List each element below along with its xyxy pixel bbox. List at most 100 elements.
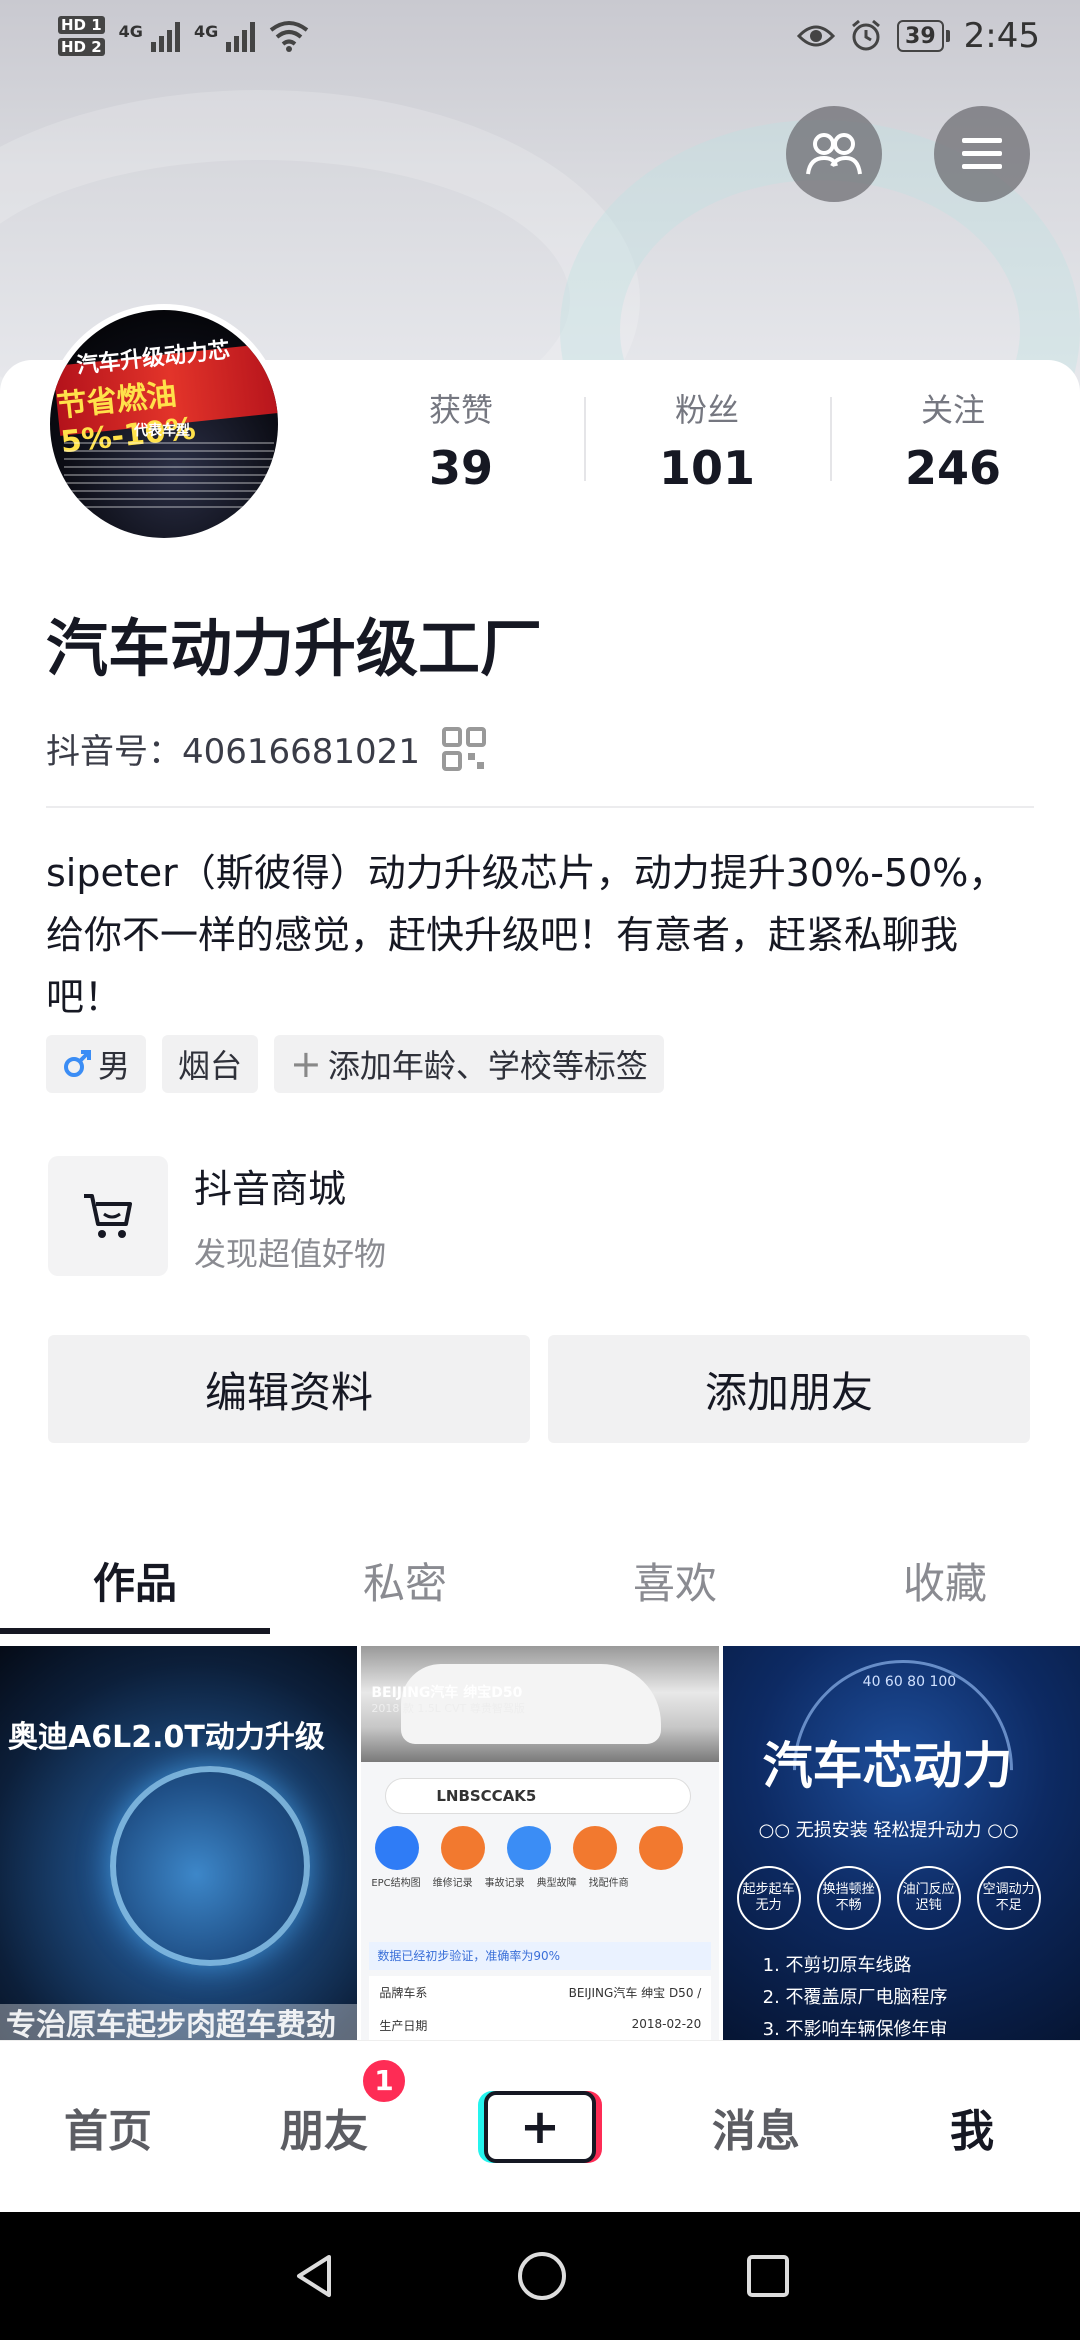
video-thumbnail[interactable]: BEIJING汽车 绅宝D50 2018 款 1.5L CVT 尊贵智驾版 LN… [361, 1646, 719, 2040]
profile-bio: sipeter（斯彼得）动力升级芯片，动力提升30%-50%，给你不一样的感觉，… [46, 851, 1007, 1019]
friends-icon [806, 133, 862, 175]
profile-actions: 编辑资料 添加朋友 [48, 1335, 1030, 1443]
repair-icon [441, 1826, 486, 1870]
bottom-navigation: 首页 朋友 1 + 消息 我 [0, 2040, 1080, 2212]
icon-label: EPC结构图 [371, 1878, 421, 1889]
signal-icon [226, 20, 256, 52]
location-tag: 烟台 [162, 1035, 259, 1093]
shop-title: 抖音商城 [194, 1166, 347, 1211]
menu-icon [962, 138, 1002, 169]
profile-name: 汽车动力升级工厂 [46, 612, 543, 685]
tab-likes[interactable]: 喜欢 [540, 1530, 810, 1642]
thumbnail-title: 汽车芯动力 [762, 1737, 1013, 1795]
info-table: 品牌车系 BEIJING汽车 绅宝 D50 / 生产日期 2018-02-20 [369, 1976, 712, 2040]
status-bar: HD 1 HD 2 4G 4G 39 2:45 [0, 0, 1080, 72]
add-tag-button[interactable]: + 添加年龄、学校等标签 [274, 1035, 664, 1093]
cart-icon [84, 1194, 132, 1238]
stat-label: 获赞 [428, 391, 493, 429]
friends-button[interactable] [786, 106, 882, 202]
home-icon[interactable] [516, 2250, 568, 2302]
stat-value: 101 [658, 441, 756, 495]
stat-label: 粉丝 [674, 391, 739, 429]
location-label: 烟台 [178, 1047, 243, 1085]
qr-code-icon[interactable] [441, 726, 486, 771]
battery-indicator: 39 [897, 20, 944, 52]
video-thumbnail[interactable]: 40 60 80 100 汽车芯动力 ○○ 无损安装 轻松提升动力 ○○ 起步起… [722, 1646, 1080, 2040]
thumbnail-title: 奥迪A6L2.0T动力升级 [8, 1720, 325, 1755]
notification-badge: 1 [360, 2056, 408, 2105]
vin-field: LNBSCCAK5 [385, 1778, 692, 1814]
shop-entry[interactable]: 抖音商城 发现超值好物 [48, 1156, 386, 1276]
icon-label: 典型故障 [536, 1878, 577, 1889]
add-tag-label: 添加年龄、学校等标签 [327, 1047, 648, 1085]
nav-me[interactable]: 我 [864, 2095, 1080, 2159]
shop-icon-box [48, 1156, 168, 1276]
car-title: BEIJING汽车 绅宝D50 [371, 1685, 523, 1701]
stat-likes[interactable]: 获赞 39 [338, 385, 584, 495]
hd1-label: HD 1 [58, 16, 105, 34]
feature-circle: 换挡顿挫不畅 [816, 1866, 881, 1930]
avatar[interactable]: 汽车升级动力芯 节省燃油5%-10% 代表车型 [44, 304, 284, 544]
tab-favorites[interactable]: 收藏 [810, 1530, 1080, 1642]
tab-works[interactable]: 作品 [0, 1530, 270, 1642]
network-type-1: 4G [118, 22, 143, 41]
nav-messages[interactable]: 消息 [648, 2095, 864, 2159]
feature-item: 1. 不剪切原车线路 [762, 1955, 912, 1976]
wifi-icon [269, 21, 309, 52]
gender-tag: 男 [46, 1035, 147, 1093]
stat-value: 39 [428, 441, 493, 495]
app-screenshot: LNBSCCAK5 EPC结构图 维修记录 事故记录 典型故障 找配件商 数据已… [361, 1762, 719, 2040]
video-thumbnail[interactable]: 奥迪A6L2.0T动力升级 专治原车起步肉超车费劲 [0, 1646, 358, 2040]
nav-friends[interactable]: 朋友 1 [216, 2056, 432, 2159]
feature-item: 2. 不覆盖原厂电脑程序 [762, 1987, 948, 2008]
icon-label: 事故记录 [484, 1878, 525, 1889]
recents-icon[interactable] [745, 2253, 791, 2299]
menu-button[interactable] [934, 106, 1030, 202]
icon-label: 找配件商 [588, 1878, 629, 1889]
douyin-id-label: 抖音号： [46, 732, 182, 772]
eye-icon [797, 25, 836, 47]
car-subtitle: 2018 款 1.5L CVT 尊贵智驾版 [371, 1702, 525, 1715]
speedometer-graphic [110, 1766, 310, 1966]
info-value: 2018-02-20 [631, 2017, 702, 2031]
tab-private[interactable]: 私密 [270, 1530, 540, 1642]
profile-tags: 男 烟台 + 添加年龄、学校等标签 [46, 1035, 664, 1093]
info-row: 生产日期 2018-02-20 [369, 2009, 711, 2040]
edit-profile-button[interactable]: 编辑资料 [48, 1335, 530, 1443]
content-tabs: 作品 私密 喜欢 收藏 [0, 1530, 1080, 1642]
douyin-id-text: 抖音号：40616681021 [46, 724, 420, 773]
system-navigation-bar [0, 2212, 1080, 2340]
stat-following[interactable]: 关注 246 [830, 385, 1076, 495]
car-photo: BEIJING汽车 绅宝D50 2018 款 1.5L CVT 尊贵智驾版 [361, 1646, 719, 1762]
battery-tip [945, 30, 950, 42]
back-icon[interactable] [289, 2251, 339, 2301]
info-row: 品牌车系 BEIJING汽车 绅宝 D50 / [369, 1976, 711, 2009]
notice-bar: 数据已经初步验证，准确率为90% [369, 1942, 712, 1970]
add-friend-button[interactable]: 添加朋友 [548, 1335, 1030, 1443]
app-icons [375, 1826, 684, 1870]
gauge-numbers: 40 60 80 100 [862, 1674, 957, 1690]
nav-home[interactable]: 首页 [0, 2095, 216, 2159]
douyin-id[interactable]: 抖音号：40616681021 [46, 724, 486, 773]
info-value: BEIJING汽车 绅宝 D50 / [568, 1986, 702, 2000]
feature-circle: 空调动力不足 [976, 1866, 1041, 1930]
stat-followers[interactable]: 粉丝 101 [584, 385, 830, 495]
male-icon [64, 1050, 91, 1077]
clock: 2:45 [963, 16, 1040, 56]
feature-circle: 起步起车无力 [736, 1866, 801, 1930]
network-type-2: 4G [193, 22, 219, 41]
create-button[interactable]: + [478, 2090, 602, 2163]
hd2-label: HD 2 [58, 38, 105, 56]
thumbnail-caption: 专治原车起步肉超车费劲 [6, 2008, 336, 2040]
info-key: 品牌车系 [379, 1986, 428, 2000]
thumbnail-subtitle: ○○ 无损安装 轻松提升动力 ○○ [758, 1820, 1019, 1841]
shop-subtitle: 发现超值好物 [194, 1234, 387, 1273]
profile-stats: 获赞 39 粉丝 101 关注 246 [338, 385, 1078, 495]
plus-icon: + [290, 1042, 322, 1086]
battery-level: 39 [905, 23, 936, 49]
douyin-id-value: 40616681021 [182, 732, 420, 772]
plus-icon: + [484, 2090, 596, 2163]
stat-value: 246 [904, 441, 1002, 495]
nav-create[interactable]: + [432, 2090, 648, 2163]
icon-label: 维修记录 [432, 1878, 473, 1889]
